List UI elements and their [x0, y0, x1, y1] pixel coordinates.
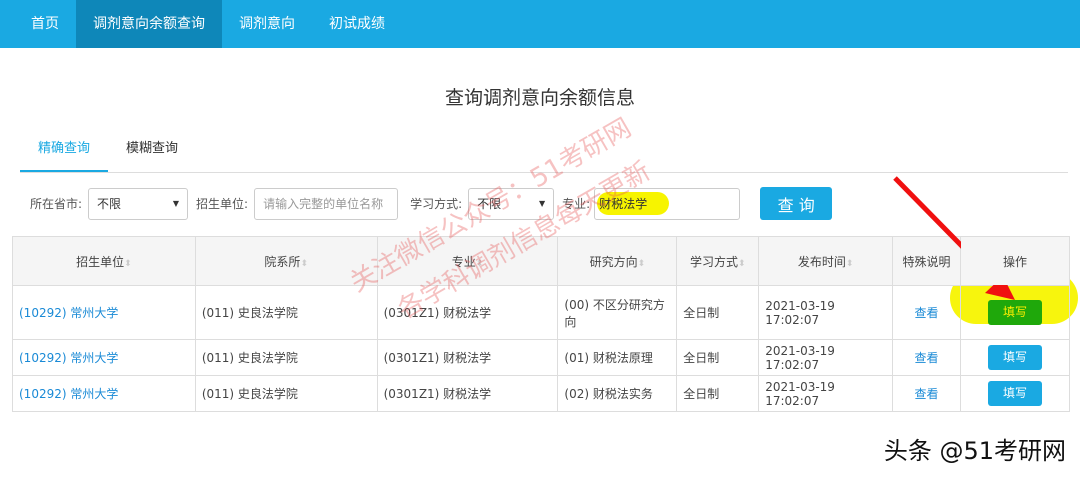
col-action: 操作 [960, 236, 1070, 286]
signature: 头条 @51考研网 [883, 437, 1066, 465]
red-arrow-icon [893, 176, 1015, 300]
